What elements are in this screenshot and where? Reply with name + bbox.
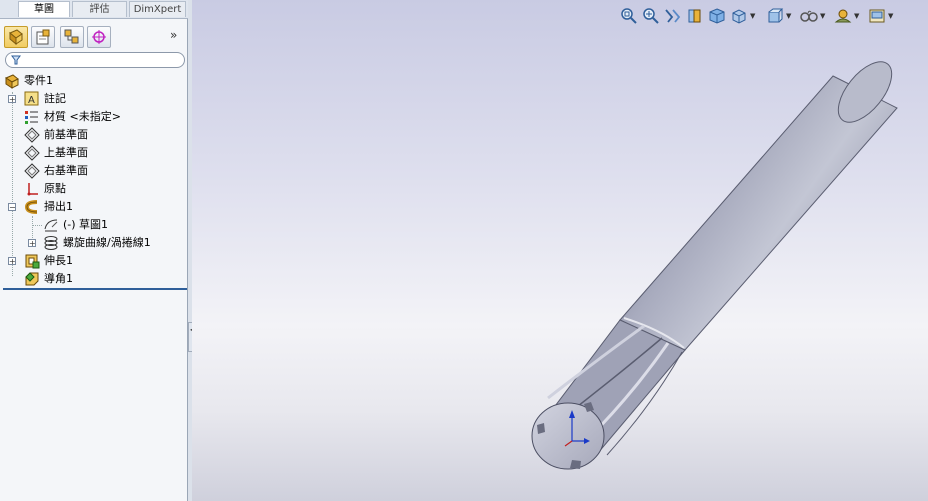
helix-icon <box>43 235 59 251</box>
sweep-icon <box>24 199 40 215</box>
graphics-viewport[interactable]: ▼ ▼ ▼ ▼ ▼ <box>192 0 928 501</box>
tree-item-label: 前基準面 <box>44 128 88 141</box>
display-style-button[interactable] <box>730 7 748 25</box>
panel-tabs: » <box>0 24 188 50</box>
expand-panel-chevron-icon[interactable]: » <box>170 28 177 42</box>
expand-toggle[interactable]: + <box>28 239 36 248</box>
collapse-toggle[interactable]: − <box>8 203 16 212</box>
tree-item-right-plane[interactable]: 右基準面 <box>0 162 188 180</box>
hide-show-items-icon <box>768 8 784 23</box>
feature-manager-panel: 草圖 評估 DimXpert » 零件1 + A 註記 材質 <未指定> 前基準… <box>0 0 188 501</box>
tree-item-annotations[interactable]: + A 註記 <box>0 90 188 108</box>
chevron-down-icon[interactable]: ▼ <box>786 12 791 20</box>
plane-icon <box>24 163 40 179</box>
tree-item-label: 原點 <box>44 182 66 195</box>
expand-toggle[interactable]: + <box>8 95 16 104</box>
origin-icon <box>24 181 40 197</box>
end-mill-model[interactable] <box>531 53 902 470</box>
tree-item-label: 掃出1 <box>44 200 73 213</box>
rollback-bar[interactable] <box>3 288 187 290</box>
zoom-to-area-icon <box>643 8 659 24</box>
view-orientation-icon <box>709 8 725 24</box>
tree-item-label: 伸長1 <box>44 254 73 267</box>
tree-item-sketch[interactable]: (-) 草圖1 <box>0 216 188 234</box>
zoom-to-area-button[interactable] <box>642 7 660 25</box>
tree-item-material[interactable]: 材質 <未指定> <box>0 108 188 126</box>
filter-icon <box>11 55 21 65</box>
expand-toggle[interactable]: + <box>8 257 16 266</box>
view-settings-icon <box>869 9 885 23</box>
tree-root-part[interactable]: 零件1 <box>0 72 188 90</box>
sketch-icon <box>43 217 59 233</box>
extrude-icon <box>24 253 40 269</box>
tree-item-label: 導角1 <box>44 272 73 285</box>
display-style-icon <box>732 9 746 24</box>
tab-evaluate[interactable]: 評估 <box>72 1 127 17</box>
section-view-icon <box>688 9 701 23</box>
apply-scene-button[interactable] <box>834 7 852 25</box>
chevron-down-icon[interactable]: ▼ <box>750 12 755 20</box>
chevron-down-icon[interactable]: ▼ <box>854 12 859 20</box>
edit-appearance-button[interactable] <box>800 7 818 25</box>
tree-item-label: 材質 <未指定> <box>44 110 121 123</box>
tree-root-label: 零件1 <box>24 74 53 87</box>
tab-sketch[interactable]: 草圖 <box>18 1 70 17</box>
property-manager-icon <box>36 29 50 45</box>
section-view-button[interactable] <box>686 7 704 25</box>
property-manager-tab[interactable] <box>31 26 55 48</box>
tree-item-helix[interactable]: + 螺旋曲線/渦捲線1 <box>0 234 188 252</box>
tree-item-origin[interactable]: 原點 <box>0 180 188 198</box>
previous-view-button[interactable] <box>664 7 682 25</box>
dimxpert-manager-icon <box>92 30 106 44</box>
chamfer-icon <box>24 271 40 287</box>
heads-up-view-toolbar: ▼ ▼ ▼ ▼ ▼ <box>620 5 924 27</box>
tree-item-extrude[interactable]: + 伸長1 <box>0 252 188 270</box>
tree-item-front-plane[interactable]: 前基準面 <box>0 126 188 144</box>
view-orientation-button[interactable] <box>708 7 726 25</box>
dimxpert-manager-tab[interactable] <box>87 26 111 48</box>
previous-view-icon <box>665 9 681 23</box>
command-manager-tabs: 草圖 評估 DimXpert <box>0 0 188 19</box>
feature-manager-icon <box>9 29 23 45</box>
configuration-manager-icon <box>64 29 79 44</box>
part-icon <box>4 73 20 89</box>
zoom-to-fit-icon <box>621 8 637 24</box>
feature-manager-tab[interactable] <box>4 26 28 48</box>
plane-icon <box>24 127 40 143</box>
tree-item-label: 註記 <box>44 92 66 105</box>
tree-item-label: 右基準面 <box>44 164 88 177</box>
tree-item-top-plane[interactable]: 上基準面 <box>0 144 188 162</box>
tree-item-label: 上基準面 <box>44 146 88 159</box>
svg-text:A: A <box>28 95 35 106</box>
material-icon <box>24 109 40 125</box>
zoom-to-fit-button[interactable] <box>620 7 638 25</box>
tree-item-label: 螺旋曲線/渦捲線1 <box>63 236 151 249</box>
tree-item-sweep[interactable]: − 掃出1 <box>0 198 188 216</box>
tree-item-chamfer[interactable]: 導角1 <box>0 270 188 288</box>
configuration-manager-tab[interactable] <box>60 26 84 48</box>
apply-scene-icon <box>834 9 852 23</box>
tab-dimxpert[interactable]: DimXpert <box>129 1 186 17</box>
filter-input[interactable] <box>5 52 185 68</box>
chevron-down-icon[interactable]: ▼ <box>888 12 893 20</box>
plane-icon <box>24 145 40 161</box>
chevron-down-icon[interactable]: ▼ <box>820 12 825 20</box>
annotations-icon: A <box>24 91 40 107</box>
view-settings-button[interactable] <box>868 7 886 25</box>
hide-show-items-button[interactable] <box>766 7 784 25</box>
tree-item-label: (-) 草圖1 <box>63 218 109 231</box>
model-view <box>531 53 902 470</box>
edit-appearance-icon <box>800 10 818 22</box>
